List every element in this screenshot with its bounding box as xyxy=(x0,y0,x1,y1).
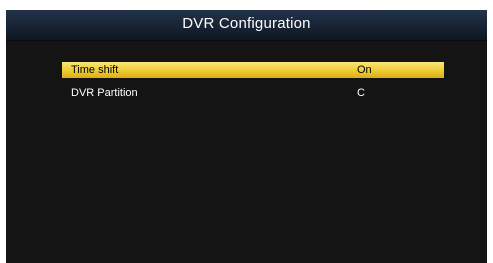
screen-title: DVR Configuration xyxy=(182,15,311,32)
menu-item-value: C xyxy=(357,87,365,99)
menu-item-label: DVR Partition xyxy=(71,87,138,99)
menu-item-dvr-partition[interactable]: DVR Partition C xyxy=(62,85,444,101)
dvr-configuration-screen: DVR Configuration Time shift On DVR Part… xyxy=(6,10,487,263)
menu-item-label: Time shift xyxy=(71,64,119,76)
settings-menu: Time shift On DVR Partition C xyxy=(62,62,444,108)
menu-item-time-shift[interactable]: Time shift On xyxy=(62,62,444,78)
title-bar: DVR Configuration xyxy=(6,10,487,41)
menu-item-value: On xyxy=(357,64,372,76)
